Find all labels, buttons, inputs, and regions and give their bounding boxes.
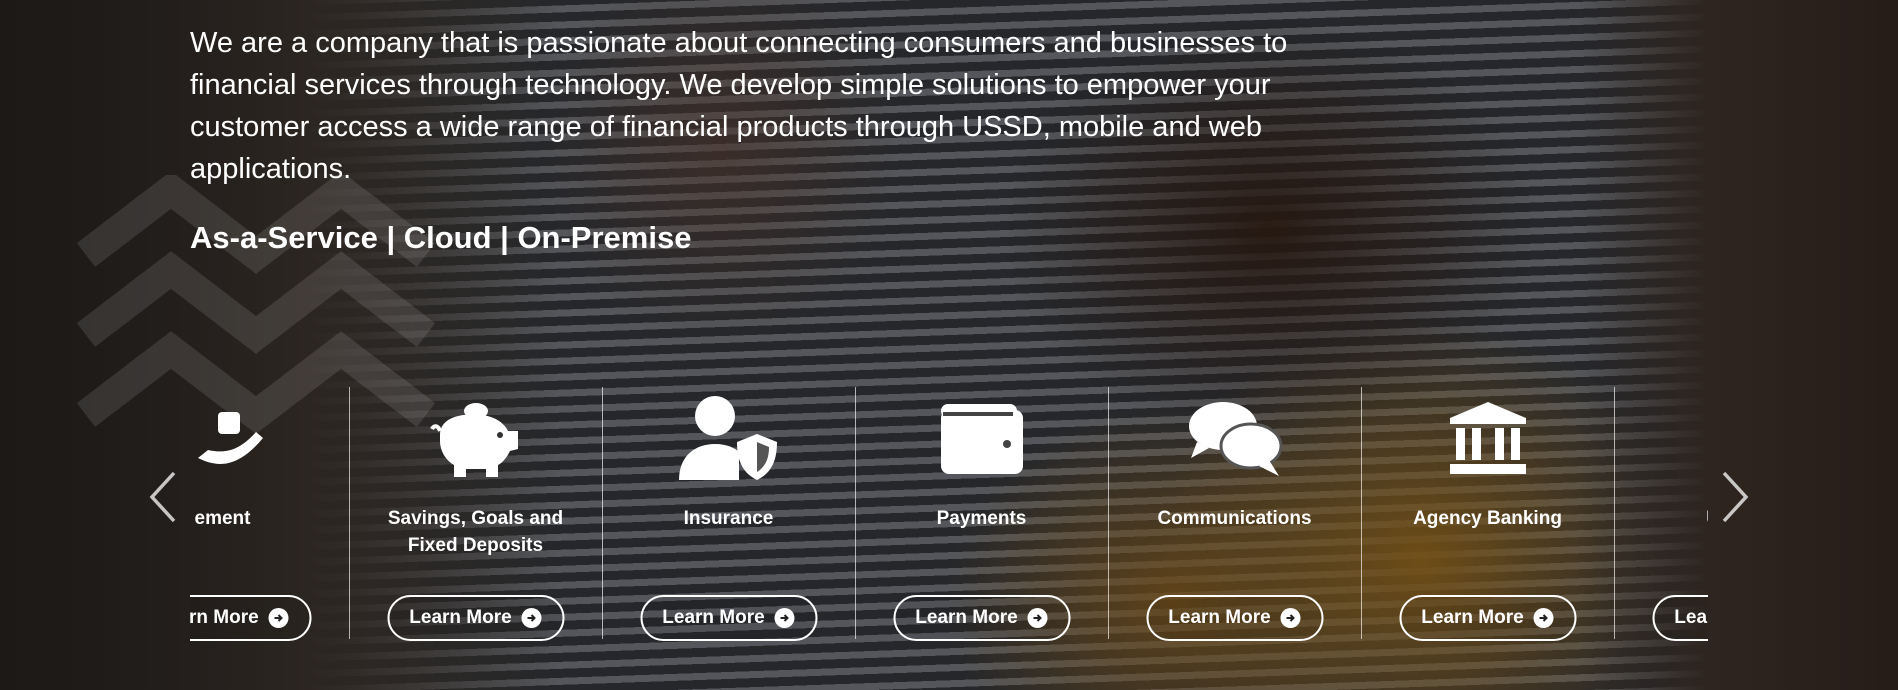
carousel-next-button[interactable]: [1720, 470, 1750, 524]
chevron-left-icon: [149, 471, 176, 523]
chevron-right-icon: [1722, 471, 1749, 523]
deployment-tagline: As-a-Service | Cloud | On-Premise: [190, 220, 692, 255]
carousel-prev-button[interactable]: [148, 470, 178, 524]
arrow-right-circle-icon: [1027, 608, 1048, 628]
service-card: Payments Learn More: [855, 385, 1108, 641]
learn-more-label: Learn More: [190, 607, 259, 628]
arrow-right-circle-icon: [774, 608, 795, 628]
service-card: ement Learn More: [190, 385, 349, 641]
service-title: Communications: [1157, 508, 1312, 529]
user-shield-icon: [602, 393, 855, 483]
wealth-management-icon: [190, 393, 349, 483]
service-card: Communications Learn More: [1108, 385, 1361, 641]
arrow-right-circle-icon: [268, 608, 289, 628]
chat-bubbles-icon: [1108, 393, 1361, 483]
learn-more-button[interactable]: Learn More: [893, 595, 1070, 641]
learn-more-button[interactable]: Learn More: [387, 595, 564, 641]
wallet-icon: [855, 393, 1108, 483]
arrow-right-circle-icon: [1280, 608, 1301, 628]
service-card: Insurance Learn More: [602, 385, 855, 641]
service-title: Payments: [936, 508, 1027, 529]
learn-more-button[interactable]: Learn More: [640, 595, 817, 641]
piggy-bank-icon: [349, 393, 602, 483]
learn-more-label: Learn More: [915, 607, 1018, 628]
learn-more-label: Learn More: [1168, 607, 1271, 628]
learn-more-label: Learn More: [409, 607, 512, 628]
carousel-track: ement Learn More Savin: [190, 385, 1708, 641]
plug-icon: [1614, 393, 1708, 483]
learn-more-button[interactable]: Learn More: [190, 595, 311, 641]
intro-paragraph: We are a company that is passionate abou…: [190, 27, 1288, 185]
learn-more-label: Learn More: [662, 607, 765, 628]
service-title: Savings, Goals and Fixed Deposits: [387, 508, 564, 556]
service-card: Utilities Learn More: [1614, 385, 1708, 641]
service-title: ement: [194, 508, 251, 529]
service-title: Utilities: [1634, 505, 1708, 532]
service-card: Savings, Goals and Fixed Deposits Learn …: [349, 385, 602, 641]
learn-more-label: Learn More: [1421, 607, 1524, 628]
arrow-right-circle-icon: [1533, 608, 1554, 628]
learn-more-button[interactable]: Learn More: [1652, 595, 1708, 641]
learn-more-button[interactable]: Learn More: [1146, 595, 1323, 641]
service-card: Agency Banking Learn More: [1361, 385, 1614, 641]
services-carousel: ement Learn More Savin: [190, 385, 1708, 645]
arrow-right-circle-icon: [521, 608, 542, 628]
learn-more-label: Learn More: [1674, 607, 1708, 628]
bank-building-icon: [1361, 393, 1614, 483]
service-title: Insurance: [683, 508, 774, 529]
service-title: Agency Banking: [1413, 508, 1562, 529]
learn-more-button[interactable]: Learn More: [1399, 595, 1576, 641]
